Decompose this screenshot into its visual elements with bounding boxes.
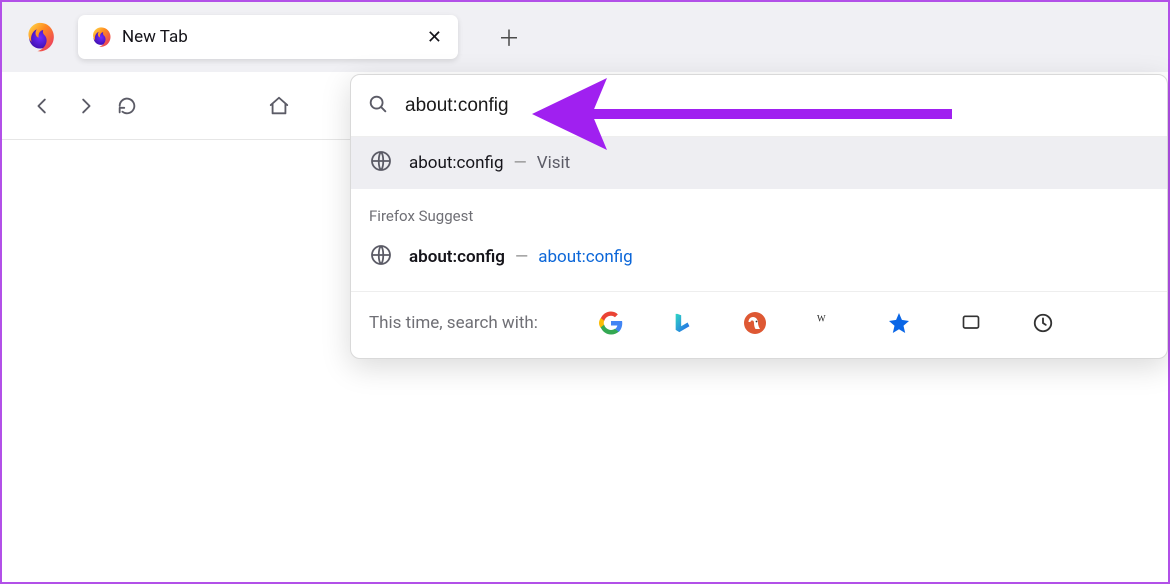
duckduckgo-icon[interactable] [742,310,768,336]
home-button[interactable] [258,85,300,127]
tab-title: New Tab [122,27,423,47]
suggestion-secondary: about:config [538,247,633,267]
new-tab-button[interactable]: ＋ [488,15,530,59]
suggestion-separator: — [515,247,528,267]
google-icon[interactable] [598,310,624,336]
search-icon [367,93,389,119]
urlbar-row [351,75,1167,137]
suggestion-main: about:config [409,153,504,173]
suggestion-visit[interactable]: about:config — Visit [351,137,1167,189]
suggestion-separator: — [514,153,527,173]
suggestion-main: about:config [409,247,505,267]
history-icon[interactable] [1030,310,1056,336]
forward-button[interactable] [64,85,106,127]
urlbar-panel: about:config — Visit Firefox Suggest abo… [350,74,1168,359]
suggestion-secondary: Visit [537,153,570,173]
suggestion-fxsuggest[interactable]: about:config — about:config [351,231,1167,283]
close-tab-icon[interactable]: ✕ [423,23,446,52]
search-engines-row: This time, search with: W [351,292,1167,358]
globe-icon [369,243,393,272]
suggest-header: Firefox Suggest [351,189,1167,231]
browser-tab[interactable]: New Tab ✕ [78,15,458,59]
engines-label: This time, search with: [369,313,538,333]
globe-icon [369,149,393,178]
firefox-logo-small [2,21,78,53]
svg-text:W: W [817,313,826,323]
reload-button[interactable] [106,85,148,127]
back-button[interactable] [22,85,64,127]
tabs-icon[interactable] [958,310,984,336]
address-input[interactable] [405,95,1151,117]
bing-icon[interactable] [670,310,696,336]
firefox-icon [90,26,112,48]
wikipedia-icon[interactable]: W [814,310,840,336]
bookmarks-icon[interactable] [886,310,912,336]
tab-strip: New Tab ✕ ＋ [2,2,1168,72]
